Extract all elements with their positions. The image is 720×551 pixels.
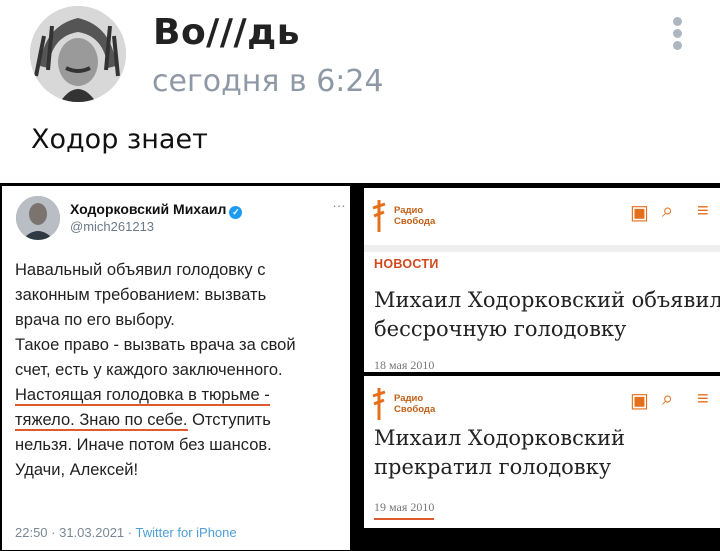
headline-line: прекратил голодовку [374,455,612,479]
tweet-line: нельзя. Иначе потом без шансов. [15,436,272,454]
tweet-text-span: Отступить [187,411,271,429]
avatar[interactable] [30,6,126,102]
tweet-source: Twitter for iPhone [135,525,237,540]
search-icon[interactable]: ⌕ [662,200,673,223]
site-header: Радио Свобода ▣ ⌕ ≡ [364,188,720,244]
avatar-image [30,6,126,102]
post-text: Ходор знает [31,124,208,155]
tweet-meta: 22:50 · 31.03.2021 · Twitter for iPhone [15,525,237,540]
logo-line: Радио [394,393,424,404]
post-image[interactable]: Ходорковский Михаил ✓ @mich261213 … Навал… [0,183,720,551]
article-card: Радио Свобода ▣ ⌕ ≡ Михаил Ходорковский … [364,376,720,528]
radio-svoboda-logo [372,388,386,420]
logo-line: Свобода [394,404,436,415]
tweet-timestamp: 22:50 · 31.03.2021 · [15,525,136,540]
tweet-screenshot: Ходорковский Михаил ✓ @mich261213 … Навал… [2,186,350,550]
tweet-line: врача по его выбору. [15,311,175,329]
hamburger-icon[interactable]: ≡ [697,200,709,223]
article-headline: Михаил Ходорковский объявил бессрочную г… [374,286,720,344]
article-date: 18 мая 2010 [374,358,435,378]
tweet-line: Настоящая голодовка в тюрьме - [15,383,345,408]
translate-icon[interactable]: ▣ [630,200,649,225]
logo-line: Радио [394,205,424,216]
tweet-avatar [16,196,60,240]
headline-line: Михаил Ходорковский объявил [374,288,720,312]
verified-icon: ✓ [229,206,243,219]
site-logo-text: Радио Свобода [394,393,435,415]
section-label: НОВОСТИ [374,257,439,271]
headline-line: бессрочную голодовку [374,317,627,341]
radio-svoboda-logo [372,200,386,232]
tweet-line: Удачи, Алексей! [15,461,139,479]
search-icon[interactable]: ⌕ [662,388,673,411]
divider [364,245,720,252]
tweet-more-icon: … [332,194,346,210]
hamburger-icon[interactable]: ≡ [697,388,709,411]
author-name[interactable]: Во///дь [153,12,300,53]
more-options-icon[interactable] [668,14,686,52]
tweet-text: Навальный объявил голодовку с законным т… [15,258,345,483]
underlined-text: Настоящая голодовка в тюрьме - [15,386,270,406]
underlined-text: тяжело. Знаю по себе. [15,411,188,431]
tweet-line: законным требованием: вызвать [15,286,267,304]
post-time[interactable]: сегодня в 6:24 [152,64,384,99]
post-header: Во///дь сегодня в 6:24 [0,0,720,110]
headline-line: Михаил Ходорковский [374,426,625,450]
tweet-author-label: Ходорковский Михаил [70,201,227,217]
article-headline: Михаил Ходорковский прекратил голодовку [374,424,625,482]
tweet-line: счет, есть у каждого заключенного. [15,361,283,379]
tweet-author-name: Ходорковский Михаил ✓ [70,201,243,219]
translate-icon[interactable]: ▣ [630,388,649,413]
site-logo-text: Радио Свобода [394,205,435,227]
article-date: 19 мая 2010 [374,500,435,520]
tweet-line: Такое право - вызвать врача за свой [15,336,296,354]
tweet-line: Навальный объявил голодовку с [15,261,266,279]
article-card: Радио Свобода ▣ ⌕ ≡ НОВОСТИ Михаил Ходор… [364,188,720,378]
tweet-handle: @mich261213 [70,219,155,234]
logo-line: Свобода [394,216,436,227]
tweet-line: тяжело. Знаю по себе. Отступить [15,408,345,433]
